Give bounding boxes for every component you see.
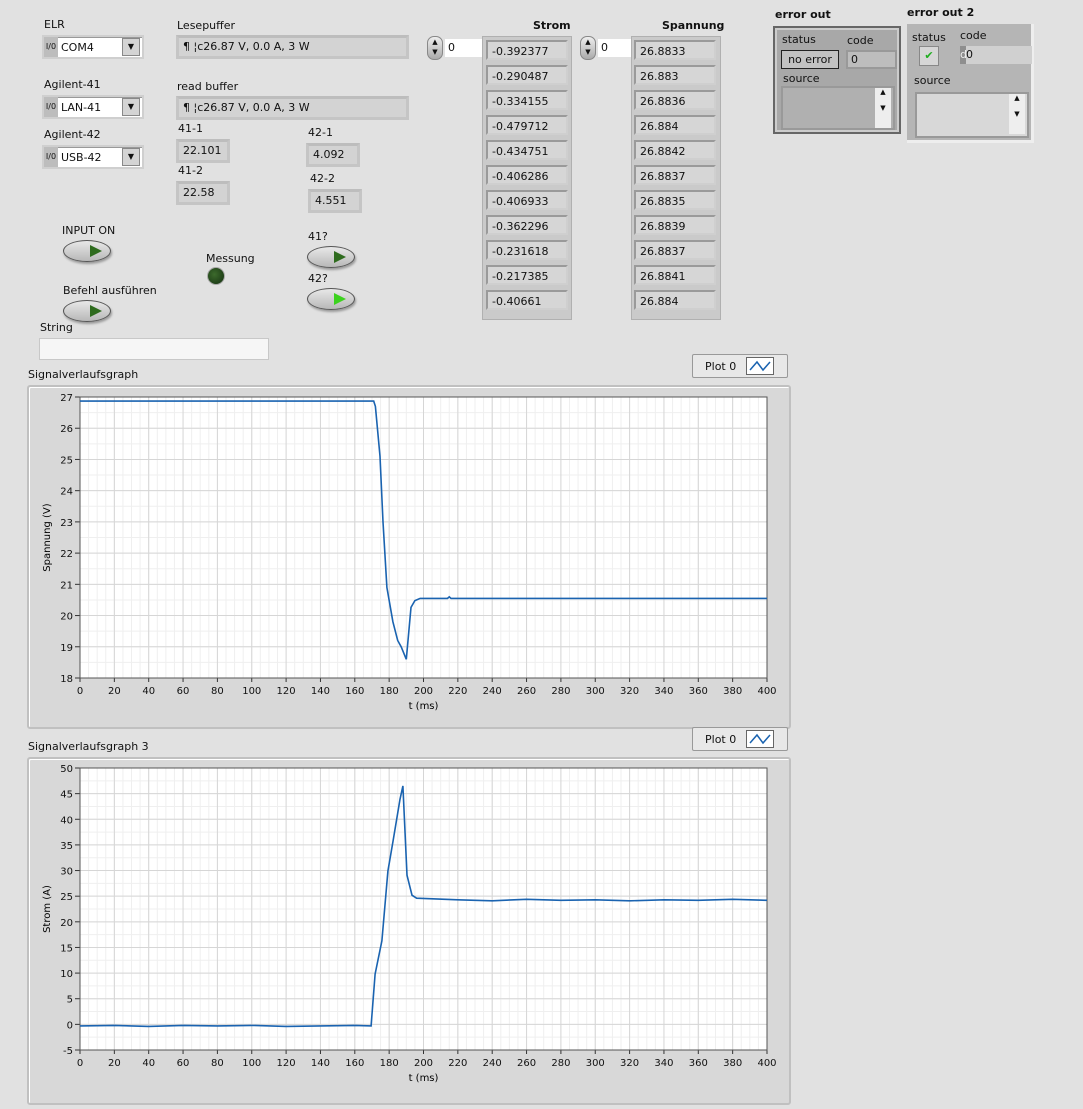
y-tick-label: 35 (60, 841, 73, 852)
y-tick-label: 50 (60, 764, 73, 775)
y-tick-label: 20 (60, 918, 73, 929)
x-tick-label: 40 (142, 1058, 155, 1069)
y-axis-label: Strom (A) (42, 885, 53, 933)
x-tick-label: 200 (414, 1058, 433, 1069)
x-tick-label: 100 (242, 1058, 261, 1069)
y-tick-label: 25 (60, 892, 73, 903)
y-tick-label: 15 (60, 943, 73, 954)
x-tick-label: 300 (586, 1058, 605, 1069)
x-tick-label: 260 (517, 1058, 536, 1069)
x-tick-label: 180 (380, 1058, 399, 1069)
y-tick-label: 45 (60, 790, 73, 801)
x-tick-label: 120 (277, 1058, 296, 1069)
x-tick-label: 60 (177, 1058, 190, 1069)
y-tick-label: 5 (67, 995, 73, 1006)
x-tick-label: 80 (211, 1058, 224, 1069)
y-tick-label: 0 (67, 1020, 73, 1031)
x-tick-label: 280 (551, 1058, 570, 1069)
x-tick-label: 140 (311, 1058, 330, 1069)
x-tick-label: 240 (483, 1058, 502, 1069)
x-tick-label: 320 (620, 1058, 639, 1069)
x-tick-label: 380 (723, 1058, 742, 1069)
x-tick-label: 400 (757, 1058, 776, 1069)
x-tick-label: 360 (689, 1058, 708, 1069)
x-tick-label: 160 (345, 1058, 364, 1069)
graph2-chart: 0 20 40 60 80 100 120 140 160 180 200 220 240 260 280 3… (42, 764, 777, 1084)
x-tick-label: 220 (448, 1058, 467, 1069)
y-tick-label: 30 (60, 867, 73, 878)
x-tick-label: 0 (77, 1058, 83, 1069)
y-tick-label: -5 (63, 1046, 73, 1057)
x-tick-label: 340 (654, 1058, 673, 1069)
y-tick-label: 40 (60, 815, 73, 826)
y-tick-label: 10 (60, 969, 73, 980)
x-tick-label: 20 (108, 1058, 121, 1069)
x-axis-label: t (ms) (409, 1073, 439, 1084)
